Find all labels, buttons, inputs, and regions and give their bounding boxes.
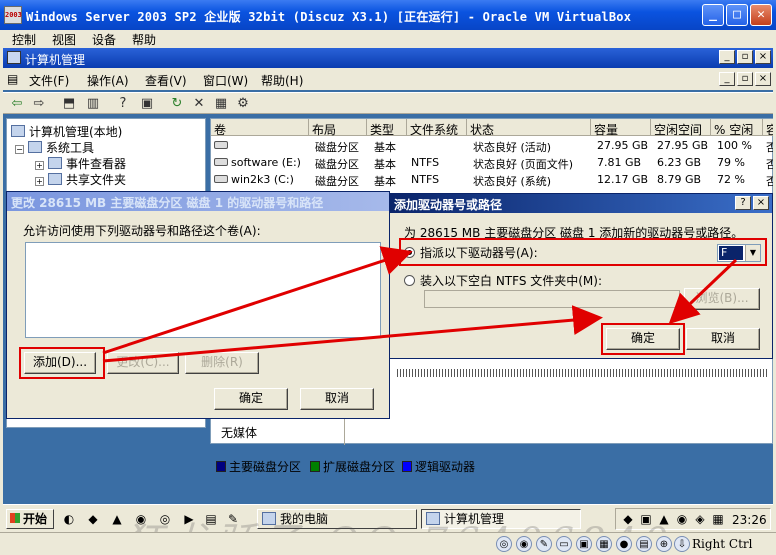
start-button[interactable]: 开始: [6, 509, 54, 529]
tray-icon-5[interactable]: ◈: [692, 511, 708, 527]
tray-icon-4[interactable]: ◉: [674, 511, 690, 527]
display-icon[interactable]: ▣: [576, 536, 592, 552]
guest-screen: 计算机管理 _ ▫ × ▤ 文件(F) 操作(A) 查看(V) 窗口(W) 帮助…: [3, 48, 773, 532]
taskbar-item-my-computer[interactable]: 我的电脑: [257, 509, 417, 529]
network-status-icon[interactable]: ▦: [596, 536, 612, 552]
shield-icon[interactable]: ◆: [85, 511, 101, 527]
ie-icon[interactable]: ◐: [61, 511, 77, 527]
computer-management-icon: [426, 512, 440, 525]
menu-devices[interactable]: 设备: [92, 31, 116, 48]
menu-help[interactable]: 帮助: [132, 31, 156, 48]
folder-icon[interactable]: ▤: [203, 511, 219, 527]
clock[interactable]: 23:26: [732, 513, 767, 527]
explorer-icon[interactable]: ◎: [157, 511, 173, 527]
menu-view[interactable]: 视图: [52, 31, 76, 48]
taskbar: 开始 ◐ ◆ ▲ ◉ ◎ ▶ ▤ ✎ 我的电脑 计算机管理 ◆ ▣ ▲ ◉ ◈ …: [3, 504, 773, 532]
shared-folder-icon[interactable]: ▭: [556, 536, 572, 552]
arrow-letter-to-ok: [668, 258, 738, 325]
mouse-integration-icon[interactable]: ⊕: [656, 536, 672, 552]
virtualbox-icon: 2003: [4, 6, 22, 24]
taskbar-item-computer-management[interactable]: 计算机管理: [421, 509, 581, 529]
host-menubar: 控制 视图 设备 帮助: [0, 30, 776, 48]
menu-control[interactable]: 控制: [12, 31, 36, 48]
host-window-title: Windows Server 2003 SP2 企业版 32bit (Discu…: [26, 10, 632, 24]
minimize-button[interactable]: _: [702, 4, 724, 26]
annotation-arrows: [102, 246, 738, 363]
host-key-label: Right Ctrl: [692, 537, 753, 551]
maximize-button[interactable]: □: [726, 4, 748, 26]
windows-logo-icon: [10, 513, 20, 523]
network-icon[interactable]: ▲: [109, 511, 125, 527]
tray-icon-2[interactable]: ▣: [638, 511, 654, 527]
my-computer-icon: [262, 512, 276, 525]
tray-icon-3[interactable]: ▲: [656, 511, 672, 527]
notepad-icon[interactable]: ✎: [225, 511, 241, 527]
tray-icon-1[interactable]: ◆: [620, 511, 636, 527]
media-icon[interactable]: ▶: [181, 511, 197, 527]
host-statusbar: ◎ ◉ ✎ ▭ ▣ ▦ ● ▤ ⊕ ⇩ Right Ctrl: [0, 532, 776, 555]
security-icon[interactable]: ◉: [133, 511, 149, 527]
system-tray: ◆ ▣ ▲ ◉ ◈ ▦ 23:26: [615, 508, 771, 530]
hdd-icon[interactable]: ◎: [496, 536, 512, 552]
close-button[interactable]: ✕: [750, 4, 772, 26]
tray-icon-6[interactable]: ▦: [710, 511, 726, 527]
cpu-icon[interactable]: ▤: [636, 536, 652, 552]
recording-icon[interactable]: ●: [616, 536, 632, 552]
arrow-to-ok-button: [102, 305, 603, 363]
host-title-bar[interactable]: 2003 Windows Server 2003 SP2 企业版 32bit (…: [0, 0, 776, 30]
cdrom-icon[interactable]: ◉: [516, 536, 532, 552]
usb-icon[interactable]: ✎: [536, 536, 552, 552]
keyboard-capture-icon[interactable]: ⇩: [674, 536, 690, 552]
